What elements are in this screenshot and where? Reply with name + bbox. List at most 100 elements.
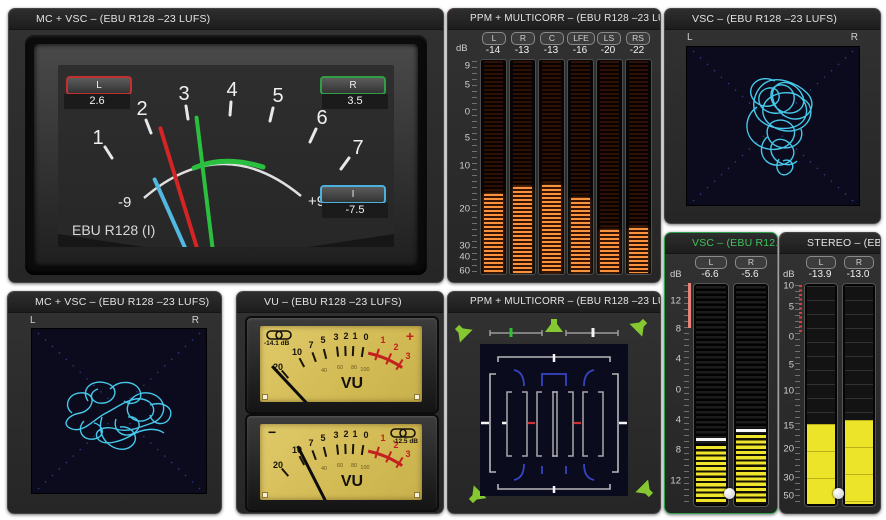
scale-tick-label: 8 (676, 445, 681, 456)
ppm-bar-area: 9 5 0 5 10 20 30 40 60 (448, 59, 660, 275)
link-icon (390, 428, 416, 438)
led-bar-R (842, 283, 876, 507)
left-channel-pill: L (66, 76, 132, 95)
panel-title: PPM + MULTICORR – (EBU R128 –23 LUFS) (448, 9, 660, 30)
vu-scale-number-red: 1 (380, 335, 385, 345)
channel-value: -22 (623, 45, 651, 56)
scale-tick-label: 0 (789, 331, 794, 342)
right-channel-pill: R (320, 76, 386, 95)
led-bar-L (693, 283, 729, 507)
integrated-pill: I (320, 185, 386, 204)
scale-tick-label: 4 (676, 354, 681, 365)
vu-face: − -12.5 dB (260, 424, 422, 500)
panel-title: MC + VSC – (EBU R128 –23 LUFS) (8, 292, 221, 313)
panel-surround-analyzer[interactable]: PPM + MULTICORR – (EBU R128 –23 LUFS) (447, 291, 661, 514)
led-bar-L (804, 283, 838, 507)
scale-number: 3 (178, 83, 189, 105)
db-unit-label: dB (783, 269, 795, 280)
vu-scale-number: 5 (320, 335, 325, 345)
right-channel-value: 3.5 (322, 94, 388, 109)
ppm-bar-fill (629, 228, 648, 273)
channel-pill: L (806, 256, 836, 269)
channel-value: -16 (566, 45, 594, 56)
vu-scale-number: 0 (363, 332, 368, 342)
vu-scale-number-red: 2 (393, 342, 398, 352)
correlation-scale-left (490, 330, 542, 336)
led-bar-area: 12 8 4 0 4 8 12 (665, 283, 777, 507)
vu-meter-top: 20 10 7 5 3 2 1 0 1 2 3 (245, 316, 439, 414)
vu-percent-label: 60 (337, 365, 343, 371)
scale-tick-label: 5 (789, 359, 794, 370)
panel-title: VSC – (EBU R12... (665, 233, 777, 254)
screw (414, 492, 420, 498)
correlation-ball (833, 488, 844, 499)
panel-title: VSC – (EBU R128 –23 LUFS) (665, 9, 880, 30)
channel-value: -13 (537, 45, 565, 56)
scale-tick-label: 30 (783, 472, 794, 483)
screw (262, 492, 268, 498)
arc-min-label: -9 (118, 194, 131, 211)
scale-tick-label: 10 (783, 386, 794, 397)
channel-pill: LS (597, 32, 621, 45)
panel-ppm-multicorr-bars[interactable]: PPM + MULTICORR – (EBU R128 –23 LUFS) dB… (447, 8, 661, 283)
meter-bezel: 1 2 3 4 5 6 7 -9 +9 EBU R128 (25, 35, 427, 275)
channel-pill: LFE (567, 32, 595, 45)
over-zone-strip (799, 285, 802, 334)
panel-title: MC + VSC – (EBU R128 –23 LUFS) (9, 9, 443, 30)
scale-tick-label: 15 (783, 421, 794, 432)
vu-scale-number: 10 (292, 347, 302, 357)
panel-stereo-led-meter[interactable]: STEREO – (EBU ... L R -13.9 -13.0 dB 10 … (779, 232, 881, 514)
surround-display (454, 316, 654, 506)
led-bar-area: 10 5 0 5 10 15 20 30 50 (780, 283, 880, 507)
screw (262, 394, 268, 400)
panel-vsc-scope[interactable]: VSC – (EBU R128 –23 LUFS) L R (664, 8, 881, 224)
right-label: R (851, 32, 858, 43)
panel-mc-vsc-scope[interactable]: MC + VSC – (EBU R128 –23 LUFS) L R (7, 291, 222, 514)
led-bar-fill (845, 420, 873, 504)
ppm-bar-fill (600, 230, 619, 273)
channel-value: -6.6 (692, 269, 728, 280)
scale-tick-label: 50 (783, 491, 794, 502)
scale-tick-label: 10 (459, 160, 470, 171)
ppm-bar-R (509, 59, 536, 275)
panel-mc-vsc-meter[interactable]: MC + VSC – (EBU R128 –23 LUFS) 1 2 (8, 8, 444, 283)
surround-field (480, 344, 628, 496)
vu-percent-label: 80 (351, 365, 357, 371)
ppm-bar-fill (484, 194, 503, 273)
integrated-value: -7.5 (322, 203, 388, 218)
vu-percent-label: 100 (360, 367, 369, 373)
panel-vu[interactable]: VU – (EBU R128 –23 LUFS) (236, 291, 444, 514)
ppm-bar-fill (513, 187, 532, 273)
mode-label: EBU R128 (I) (72, 222, 155, 238)
vectorscope-display (686, 46, 860, 206)
led-bar-fill (696, 446, 726, 504)
channel-value: -13.0 (839, 269, 877, 280)
vu-percent-label: 40 (321, 368, 327, 374)
left-label: L (687, 32, 693, 43)
range-arc (144, 164, 301, 198)
panel-title: PPM + MULTICORR – (EBU R128 –23 LUFS) (448, 292, 660, 313)
scale-tick-label: 5 (465, 79, 470, 90)
meter-workspace: MC + VSC – (EBU R128 –23 LUFS) 1 2 (0, 0, 886, 520)
ppm-bar-L (480, 59, 507, 275)
led-bar-fill (807, 424, 835, 504)
reference-level-badge: -14.1 dB (264, 340, 289, 347)
right-label: R (192, 315, 199, 326)
scale-tick-label: 20 (783, 443, 794, 454)
channel-pill: L (695, 256, 727, 269)
scale-tick-label: 20 (459, 203, 470, 214)
scale-number: 7 (352, 137, 363, 159)
scale-tick-label: 0 (676, 384, 681, 395)
ppm-bar-LS (596, 59, 623, 275)
scale-tick-label: 4 (676, 414, 681, 425)
panel-vsc-led-meter[interactable]: VSC – (EBU R12... L R -6.6 -5.6 dB 12 8 … (664, 232, 778, 514)
scale-tick-label: 8 (676, 323, 681, 334)
scope-crosshair-dots (38, 333, 200, 489)
peak-hold-line (696, 438, 726, 441)
scale-number: 2 (136, 98, 147, 120)
scale-number: 1 (92, 127, 103, 149)
speaker-icon-front-right (629, 316, 651, 337)
correlation-ball (724, 488, 735, 499)
vu-face: 20 10 7 5 3 2 1 0 1 2 3 (260, 326, 422, 402)
channel-value: -13 (508, 45, 536, 56)
